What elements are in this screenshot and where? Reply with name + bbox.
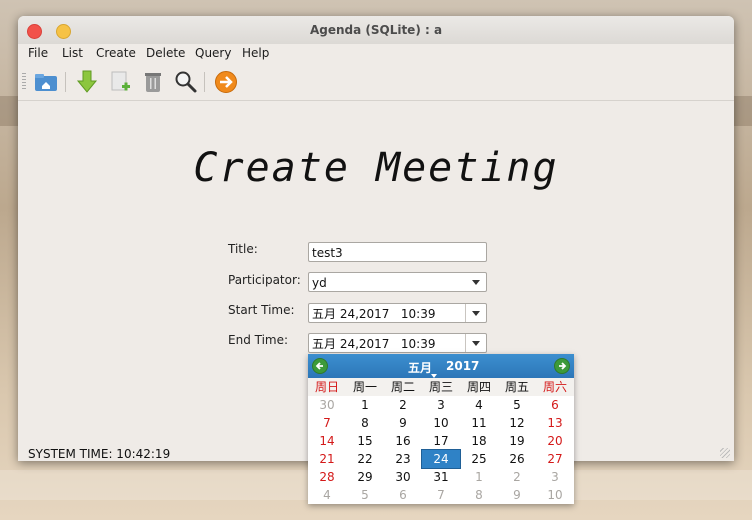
calendar-day[interactable]: 5: [498, 396, 536, 414]
toolbar: [18, 64, 734, 101]
toolbar-separator: [65, 72, 66, 92]
weekday-label: 周四: [466, 380, 491, 394]
chevron-down-icon[interactable]: [465, 304, 486, 322]
chevron-down-icon[interactable]: [466, 273, 486, 291]
calendar-week-row: 14 15 16 17 18 19 20: [308, 432, 574, 450]
calendar-day[interactable]: 11: [460, 414, 498, 432]
calendar-day[interactable]: 19: [498, 432, 536, 450]
end-time-label: End Time:: [228, 333, 289, 347]
new-item-icon[interactable]: [108, 69, 134, 95]
calendar-day[interactable]: 21: [308, 450, 346, 468]
calendar-month-select[interactable]: 五月: [408, 359, 432, 376]
calendar-day[interactable]: 31: [422, 468, 460, 486]
calendar-day[interactable]: 10: [422, 414, 460, 432]
calendar-day[interactable]: 13: [536, 414, 574, 432]
calendar-day[interactable]: 2: [384, 396, 422, 414]
end-time-field[interactable]: 五月 24,2017 10:39: [308, 333, 487, 353]
weekday-label: 周三: [428, 380, 453, 394]
calendar-day[interactable]: 18: [460, 432, 498, 450]
menu-list[interactable]: List: [62, 46, 83, 60]
menu-file[interactable]: File: [28, 46, 48, 60]
calendar-day[interactable]: 12: [498, 414, 536, 432]
date-picker-popup: 五月 2017 周日 周一 周二 周三 周四 周五 周六 30 1 2 3 4 5 6 7 8 9 10 11 12…: [308, 354, 574, 504]
start-time-field[interactable]: 五月 24,2017 10:39: [308, 303, 487, 323]
calendar-day[interactable]: 27: [536, 450, 574, 468]
calendar-day[interactable]: 26: [498, 450, 536, 468]
calendar-day[interactable]: 6: [536, 396, 574, 414]
system-time-status: SYSTEM TIME: 10:42:19: [28, 447, 171, 461]
calendar-day[interactable]: 3: [422, 396, 460, 414]
participator-value: yd: [312, 276, 327, 290]
start-time-label: Start Time:: [228, 303, 295, 317]
home-icon[interactable]: [33, 69, 59, 95]
calendar-day[interactable]: 30: [308, 396, 346, 414]
calendar-day[interactable]: 29: [346, 468, 384, 486]
calendar-grid: 周日 周一 周二 周三 周四 周五 周六 30 1 2 3 4 5 6 7 8 9 10 11 12 13 14 15 16…: [308, 378, 574, 504]
start-time-value: 五月 24,2017 10:39: [312, 307, 436, 321]
calendar-day[interactable]: 3: [536, 468, 574, 486]
calendar-day[interactable]: 5: [346, 486, 384, 504]
title-label: Title:: [228, 242, 258, 256]
calendar-day[interactable]: 23: [384, 450, 422, 468]
calendar-day[interactable]: 17: [422, 432, 460, 450]
calendar-day[interactable]: 10: [536, 486, 574, 504]
participator-select[interactable]: yd: [308, 272, 487, 292]
calendar-day[interactable]: 8: [460, 486, 498, 504]
calendar-day[interactable]: 4: [308, 486, 346, 504]
calendar-week-row: 30 1 2 3 4 5 6: [308, 396, 574, 414]
weekday-label: 周一: [352, 380, 377, 394]
calendar-day[interactable]: 9: [384, 414, 422, 432]
calendar-day[interactable]: 16: [384, 432, 422, 450]
calendar-day[interactable]: 9: [498, 486, 536, 504]
calendar-day[interactable]: 14: [308, 432, 346, 450]
participator-label: Participator:: [228, 273, 301, 287]
calendar-week-row: 21 22 23 24 25 26 27: [308, 449, 574, 469]
menu-bar: File List Create Delete Query Help: [18, 44, 734, 64]
calendar-day[interactable]: 25: [460, 450, 498, 468]
toolbar-separator: [204, 72, 205, 92]
calendar-day[interactable]: 2: [498, 468, 536, 486]
calendar-week-row: 7 8 9 10 11 12 13: [308, 414, 574, 432]
calendar-year[interactable]: 2017: [446, 359, 479, 373]
weekday-header-row: 周日 周一 周二 周三 周四 周五 周六: [308, 378, 574, 396]
calendar-day[interactable]: 28: [308, 468, 346, 486]
title-input[interactable]: test3: [308, 242, 487, 262]
calendar-day[interactable]: 24: [421, 449, 461, 469]
calendar-day[interactable]: 20: [536, 432, 574, 450]
forward-icon[interactable]: [213, 69, 239, 95]
calendar-day[interactable]: 1: [346, 396, 384, 414]
title-bar: Agenda (SQLite) : a: [18, 16, 734, 45]
weekday-label: 周二: [390, 380, 415, 394]
weekday-label: 周五: [504, 380, 529, 394]
calendar-day[interactable]: 4: [460, 396, 498, 414]
calendar-day[interactable]: 6: [384, 486, 422, 504]
calendar-day[interactable]: 15: [346, 432, 384, 450]
download-icon[interactable]: [74, 69, 100, 95]
page-title: Create Meeting: [193, 145, 559, 191]
calendar-day[interactable]: 22: [346, 450, 384, 468]
calendar-week-row: 28 29 30 31 1 2 3: [308, 468, 574, 486]
calendar-day[interactable]: 30: [384, 468, 422, 486]
calendar-header: 五月 2017: [308, 354, 574, 378]
weekday-label: 周日: [314, 380, 339, 394]
resize-grip[interactable]: [720, 448, 730, 458]
calendar-week-row: 4 5 6 7 8 9 10: [308, 486, 574, 504]
calendar-day[interactable]: 8: [346, 414, 384, 432]
chevron-down-icon[interactable]: [465, 334, 486, 352]
weekday-label: 周六: [542, 380, 567, 394]
next-month-button[interactable]: [554, 358, 570, 374]
calendar-day[interactable]: 7: [308, 414, 346, 432]
menu-query[interactable]: Query: [195, 46, 231, 60]
menu-help[interactable]: Help: [242, 46, 269, 60]
search-icon[interactable]: [173, 69, 199, 95]
window-title: Agenda (SQLite) : a: [309, 23, 443, 37]
end-time-value: 五月 24,2017 10:39: [312, 337, 436, 351]
trash-icon[interactable]: [140, 69, 166, 95]
prev-month-button[interactable]: [312, 358, 328, 374]
calendar-day[interactable]: 7: [422, 486, 460, 504]
menu-create[interactable]: Create: [96, 46, 136, 60]
calendar-day[interactable]: 1: [460, 468, 498, 486]
toolbar-grip[interactable]: [22, 73, 26, 91]
menu-delete[interactable]: Delete: [146, 46, 185, 60]
